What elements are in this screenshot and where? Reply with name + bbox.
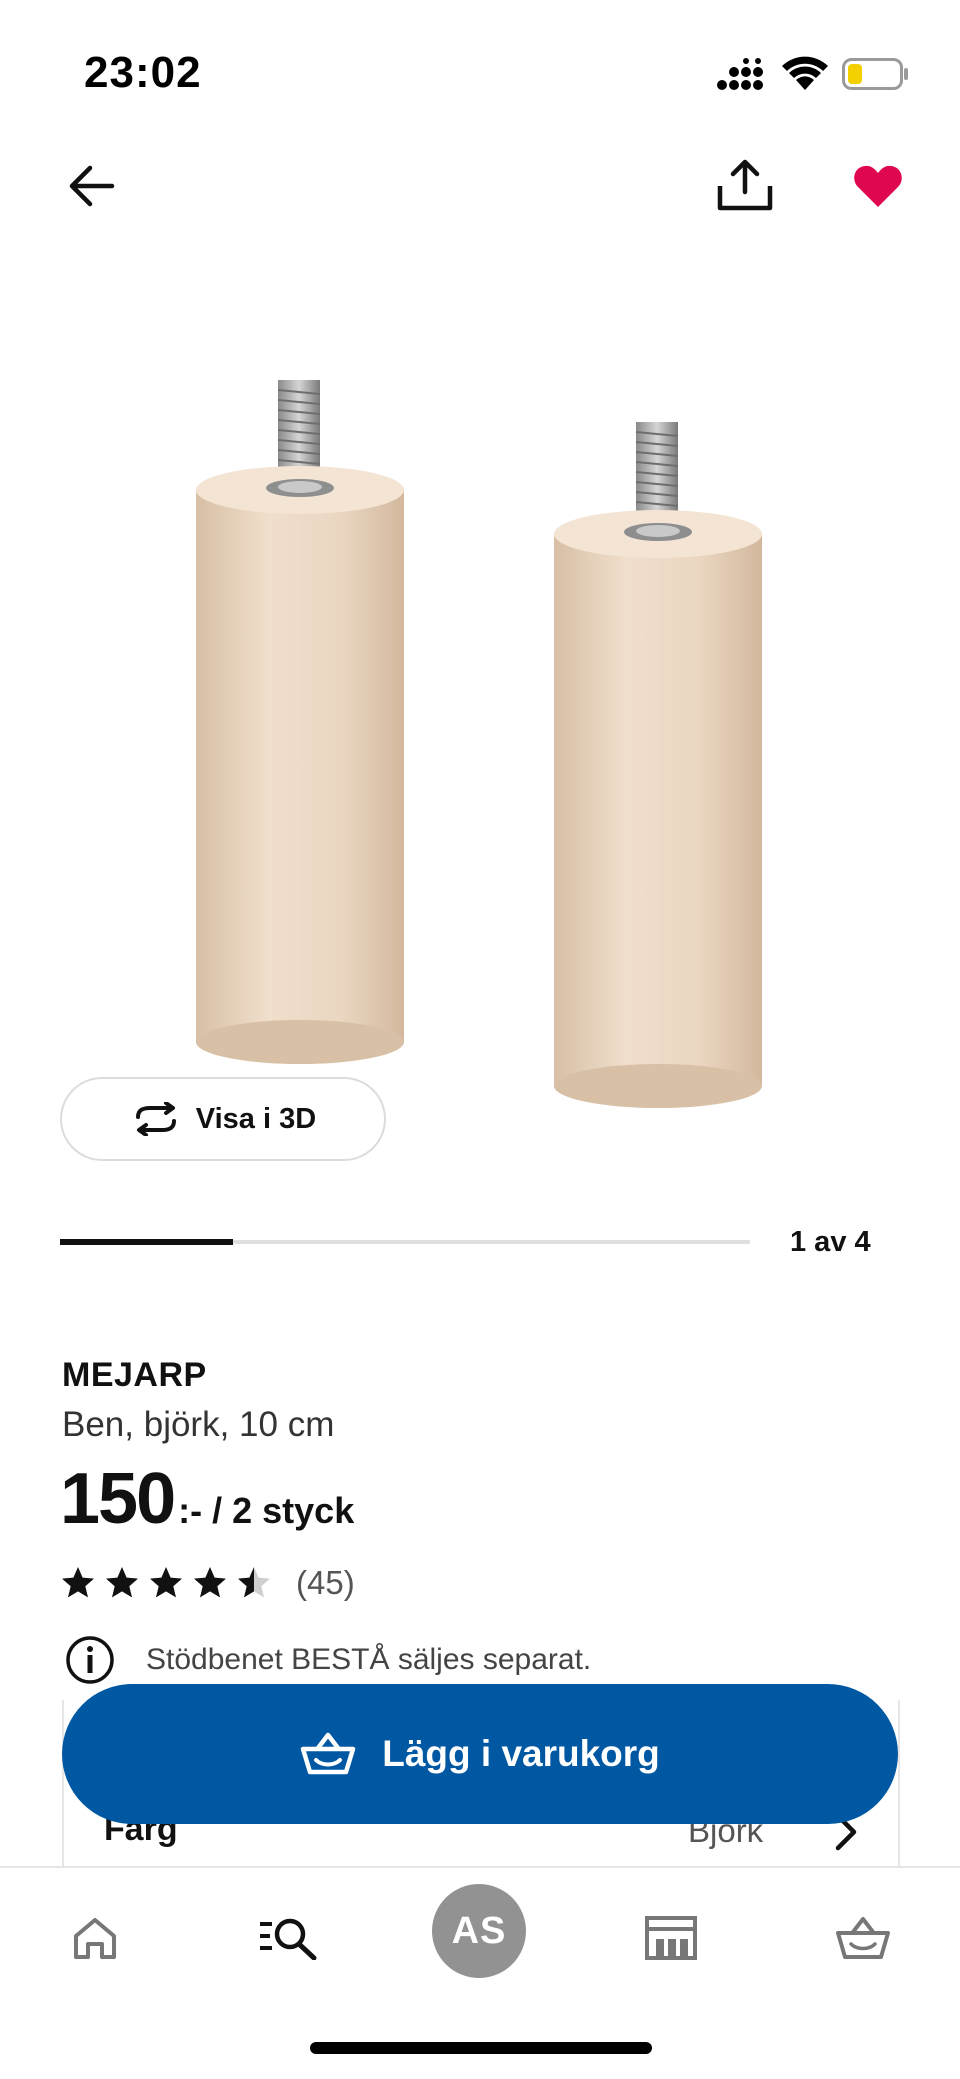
price: 150 :- / 2 styck <box>60 1458 354 1540</box>
rating-count: (45) <box>296 1564 355 1601</box>
carousel-position: 1 av 4 <box>790 1226 871 1258</box>
star-full-icon <box>106 1567 138 1598</box>
view-in-3d-button[interactable]: Visa i 3D <box>60 1077 386 1161</box>
profile-initials: AS <box>451 1909 507 1952</box>
status-bar: 23:02 <box>0 0 960 150</box>
star-half-icon <box>238 1567 270 1598</box>
star-full-icon <box>62 1567 94 1598</box>
leg-right <box>554 422 762 1108</box>
heart-icon <box>854 165 902 207</box>
battery-icon <box>842 58 908 90</box>
carousel-progress-fill <box>60 1239 233 1245</box>
star-full-icon <box>194 1567 226 1598</box>
star-full-icon <box>150 1567 182 1598</box>
tab-search[interactable] <box>248 1898 328 1978</box>
rating-stars <box>60 1565 280 1601</box>
carousel-progress-track <box>60 1239 750 1245</box>
info-icon <box>66 1636 114 1684</box>
add-to-cart-button[interactable]: Lägg i varukorg <box>62 1684 898 1824</box>
product-image[interactable] <box>60 330 900 1160</box>
cart-icon <box>836 1917 890 1959</box>
cellular-signal-icon <box>717 58 763 90</box>
price-amount: 150 <box>60 1459 176 1539</box>
tab-stores[interactable] <box>631 1898 711 1978</box>
product-description: Ben, björk, 10 cm <box>62 1405 335 1444</box>
basket-icon <box>300 1732 356 1775</box>
share-button[interactable] <box>710 150 780 220</box>
rotate-3d-icon <box>135 1102 176 1136</box>
price-unit: :- / 2 styck <box>178 1490 355 1531</box>
tab-cart[interactable] <box>823 1898 903 1978</box>
view-in-3d-label: Visa i 3D <box>195 1102 317 1135</box>
rating[interactable]: (45) <box>60 1563 355 1603</box>
favorite-button[interactable] <box>848 156 908 216</box>
tab-home[interactable] <box>55 1898 135 1978</box>
search-icon <box>260 1918 317 1960</box>
arrow-left-icon <box>69 165 115 207</box>
info-text: Stödbenet BESTÅ säljes separat. <box>146 1643 592 1676</box>
product-name: MEJARP <box>62 1356 207 1394</box>
share-icon <box>717 159 773 211</box>
tab-profile[interactable]: AS <box>432 1884 526 1978</box>
stores-icon <box>645 1916 697 1960</box>
bottom-tab-bar: AS <box>0 1866 960 2079</box>
home-icon <box>74 1918 116 1959</box>
top-navigation <box>0 150 960 280</box>
wifi-icon <box>782 56 828 90</box>
leg-left <box>196 380 404 1064</box>
back-button[interactable] <box>62 156 122 216</box>
info-notice: Stödbenet BESTÅ säljes separat. <box>64 1632 591 1688</box>
home-indicator <box>310 2042 652 2054</box>
add-to-cart-label: Lägg i varukorg <box>382 1733 660 1774</box>
status-time: 23:02 <box>84 48 202 97</box>
